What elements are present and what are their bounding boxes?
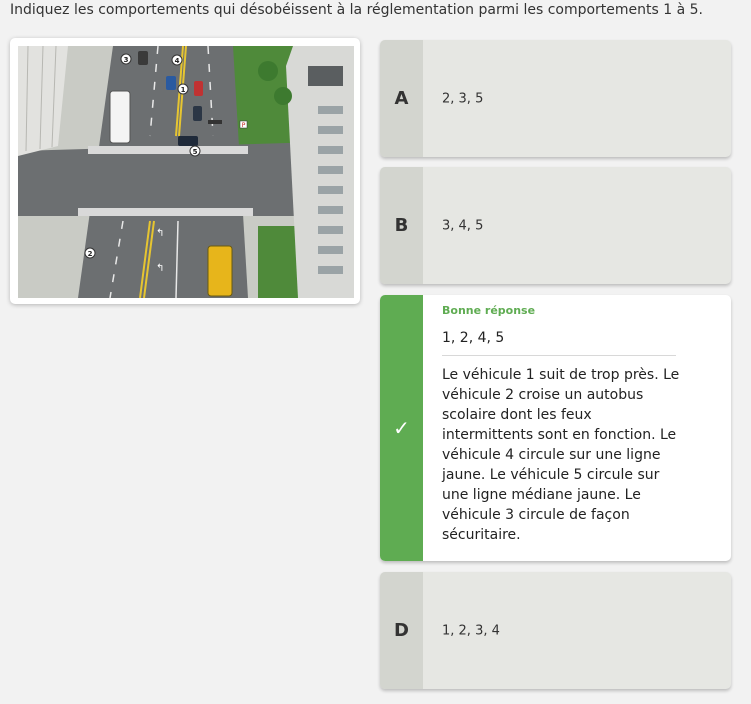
answer-letter: B <box>380 167 423 284</box>
check-icon: ✓ <box>393 416 410 440</box>
answer-text: 3, 4, 5 <box>442 218 484 233</box>
answer-option-d[interactable]: D 1, 2, 3, 4 <box>380 572 731 689</box>
correct-indicator: ✓ <box>380 295 423 561</box>
answer-text: 1, 2, 4, 5 <box>442 330 505 346</box>
intersection-illustration: ↰ ↰ 1 2 3 4 5 P <box>18 46 354 298</box>
scenario-image: ↰ ↰ 1 2 3 4 5 P <box>10 38 360 304</box>
answer-explanation: Le véhicule 1 suit de trop près. Le véhi… <box>442 367 680 543</box>
marker-4: 4 <box>175 57 180 65</box>
answer-text: 1, 2, 3, 4 <box>442 623 500 638</box>
marker-1: 1 <box>181 86 186 94</box>
answer-letter: A <box>380 40 423 157</box>
svg-text:↰: ↰ <box>156 263 164 274</box>
correct-answer-label: Bonne réponse <box>442 304 536 317</box>
divider <box>442 355 676 356</box>
answer-option-a[interactable]: A 2, 3, 5 <box>380 40 731 157</box>
answer-text: 2, 3, 5 <box>442 91 484 106</box>
parking-sign-text: P <box>242 122 246 129</box>
marker-5: 5 <box>193 148 198 156</box>
question-text: Indiquez les comportements qui désobéiss… <box>10 2 703 18</box>
answer-letter: D <box>380 572 423 689</box>
answer-option-b[interactable]: B 3, 4, 5 <box>380 167 731 284</box>
marker-3: 3 <box>124 56 129 64</box>
svg-text:↰: ↰ <box>156 228 164 239</box>
answer-option-c-correct[interactable]: ✓ Bonne réponse 1, 2, 4, 5 Le véhicule 1… <box>380 295 731 561</box>
marker-2: 2 <box>88 250 93 258</box>
